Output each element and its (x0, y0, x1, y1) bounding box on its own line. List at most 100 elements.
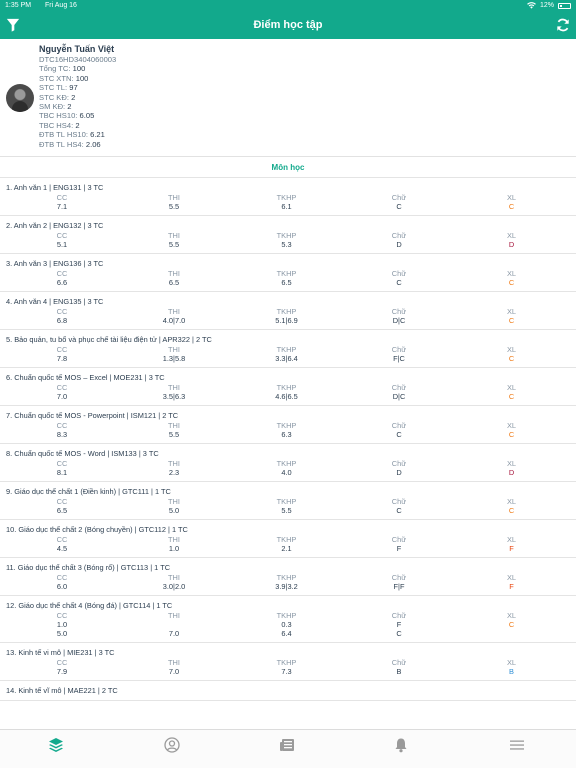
course-item[interactable]: 8. Chuẩn quốc tế MOS - Word | ISM133 | 3… (0, 444, 576, 482)
column-header-chu: Chữ (391, 573, 407, 582)
profile-stat: Tổng TC: 100 (39, 64, 116, 73)
score-thi: 1.3|5.8 (162, 354, 186, 363)
profile-stat: TBC HS4: 2 (39, 121, 116, 130)
course-item[interactable]: 4. Anh văn 4 | ENG135 | 3 TC CC THI TKHP Chữ… (0, 292, 576, 330)
refresh-icon[interactable] (556, 18, 570, 32)
column-header-xl: XL (506, 535, 517, 544)
course-item[interactable]: 12. Giáo dục thể chất 4 (Bóng đá) | GTC1… (0, 596, 576, 643)
course-title: 12. Giáo dục thể chất 4 (Bóng đá) | GTC1… (6, 601, 173, 610)
score-xl: B (509, 667, 514, 676)
column-header-thi: THI (168, 193, 180, 202)
score-chu: F (396, 544, 402, 553)
profile-stat-label: ĐTB TL HS10: (39, 130, 88, 140)
score-thi: 5.0 (168, 506, 180, 515)
profile-stat: ĐTB TL HS4: 2.06 (39, 140, 116, 149)
column-header-cc: CC (56, 535, 68, 544)
score-thi: 2.3 (168, 468, 180, 477)
column-header-cc: CC (56, 459, 68, 468)
course-item[interactable]: 9. Giáo dục thể chất 1 (Điền kinh) | GTC… (0, 482, 576, 520)
score-tkhp: 2.1 (281, 544, 292, 553)
column-header-xl: XL (506, 611, 517, 620)
column-header-cc: CC (56, 573, 68, 582)
course-item[interactable]: 7. Chuẩn quốc tế MOS - Powerpoint | ISM1… (0, 406, 576, 444)
profile-stat-value: 2 (71, 92, 76, 102)
course-title: 5. Bảo quản, tu bổ và phục chế tài liệu … (6, 335, 212, 344)
column-header-xl: XL (506, 421, 517, 430)
profile-stat-value: 97 (69, 83, 78, 93)
profile-stat-label: ĐTB TL HS4: (39, 139, 84, 149)
layers-icon[interactable] (48, 737, 64, 753)
score-cc: 7.0 (56, 392, 68, 401)
score-xl: C (508, 278, 515, 287)
battery-icon (558, 2, 571, 9)
score-cc: 6.6 (56, 278, 68, 287)
column-header-xl: XL (506, 269, 517, 278)
course-item[interactable]: 11. Giáo dục thể chất 3 (Bóng rổ) | GTC1… (0, 558, 576, 596)
menu-icon[interactable] (509, 737, 525, 753)
profile-info: Nguyễn Tuấn Việt DTC16HD3404060003 Tổng … (39, 44, 116, 149)
course-item[interactable]: 1. Anh văn 1 | ENG131 | 3 TC CC THI TKHP Chữ… (0, 178, 576, 216)
status-time: 1:35 PM (5, 2, 32, 9)
column-header-cc: CC (56, 421, 68, 430)
course-score-row: 5.0 7.0 6.4 C (6, 629, 570, 638)
score-xl: C (508, 430, 515, 439)
course-item[interactable]: 13. Kinh tế vi mô | MIE231 | 3 TC CC THI TK… (0, 643, 576, 681)
profile-stat-value: 6.05 (79, 111, 95, 121)
profile-stat: STC KĐ: 2 (39, 93, 116, 102)
score-chu: C (396, 430, 402, 439)
course-title: 9. Giáo dục thể chất 1 (Điền kinh) | GTC… (6, 487, 171, 496)
course-item[interactable]: 10. Giáo dục thể chất 2 (Bóng chuyền) | … (0, 520, 576, 558)
course-title: 8. Chuẩn quốc tế MOS - Word | ISM133 | 3… (6, 449, 159, 458)
score-cc: 6.5 (56, 506, 68, 515)
column-header-thi: THI (168, 307, 180, 316)
course-column-headers: CC THI TKHP Chữ XL (6, 269, 570, 278)
column-header-chu: Chữ (391, 231, 407, 240)
column-header-thi: THI (168, 383, 180, 392)
score-cc: 5.1 (56, 240, 68, 249)
course-item[interactable]: 5. Bảo quản, tu bổ và phục chế tài liệu … (0, 330, 576, 368)
score-xl: C (508, 316, 515, 325)
column-header-cc: CC (56, 269, 68, 278)
profile-stat-label: TBC HS4: (39, 120, 74, 130)
course-title: 4. Anh văn 4 | ENG135 | 3 TC (6, 297, 104, 306)
course-title: 11. Giáo dục thể chất 3 (Bóng rổ) | GTC1… (6, 563, 171, 572)
score-xl: C (508, 506, 515, 515)
student-profile: Nguyễn Tuấn Việt DTC16HD3404060003 Tổng … (0, 39, 576, 157)
score-thi: 7.0 (168, 667, 180, 676)
score-cc: 8.3 (56, 430, 68, 439)
score-chu: F (396, 620, 402, 629)
column-header-chu: Chữ (391, 459, 407, 468)
column-header-thi: THI (168, 421, 180, 430)
score-tkhp: 0.3 (281, 620, 292, 629)
column-header-tkhp: TKHP (276, 535, 297, 544)
user-icon[interactable] (164, 737, 180, 753)
profile-stat: TBC HS10: 6.05 (39, 111, 116, 120)
score-tkhp: 7.3 (281, 667, 292, 676)
score-thi (118, 620, 230, 629)
course-column-headers: CC THI TKHP Chữ XL (6, 573, 570, 582)
profile-stat-value: 100 (72, 64, 86, 74)
newspaper-icon[interactable] (279, 737, 295, 753)
score-xl: D (508, 240, 515, 249)
battery-level: 12% (539, 2, 554, 9)
column-header-tkhp: TKHP (276, 421, 297, 430)
course-item[interactable]: 3. Anh văn 3 | ENG136 | 3 TC CC THI TKHP Chữ… (0, 254, 576, 292)
column-header-cc: CC (56, 658, 68, 667)
score-chu: F|C (393, 354, 405, 363)
column-header-tkhp: TKHP (276, 269, 297, 278)
bell-icon[interactable] (393, 737, 409, 753)
course-list[interactable]: 1. Anh văn 1 | ENG131 | 3 TC CC THI TKHP Chữ… (0, 178, 576, 729)
profile-stat-value: 100 (75, 73, 89, 83)
column-header-chu: Chữ (391, 535, 407, 544)
column-header-cc: CC (56, 383, 68, 392)
score-xl: C (508, 620, 515, 629)
course-item[interactable]: 6. Chuẩn quốc tế MOS – Excel | MOE231 | … (0, 368, 576, 406)
course-item[interactable]: 14. Kinh tế vĩ mô | MAE221 | 2 TC (0, 681, 576, 701)
course-score-row: 7.0 3.5|6.3 4.6|6.5 D|C C (6, 392, 570, 401)
course-column-headers: CC THI TKHP Chữ XL (6, 611, 570, 620)
course-score-row: 8.1 2.3 4.0 D D (6, 468, 570, 477)
score-xl: F (509, 582, 514, 591)
course-item[interactable]: 2. Anh văn 2 | ENG132 | 3 TC CC THI TKHP Chữ… (0, 216, 576, 254)
course-column-headers: CC THI TKHP Chữ XL (6, 421, 570, 430)
score-chu: D (396, 468, 402, 477)
